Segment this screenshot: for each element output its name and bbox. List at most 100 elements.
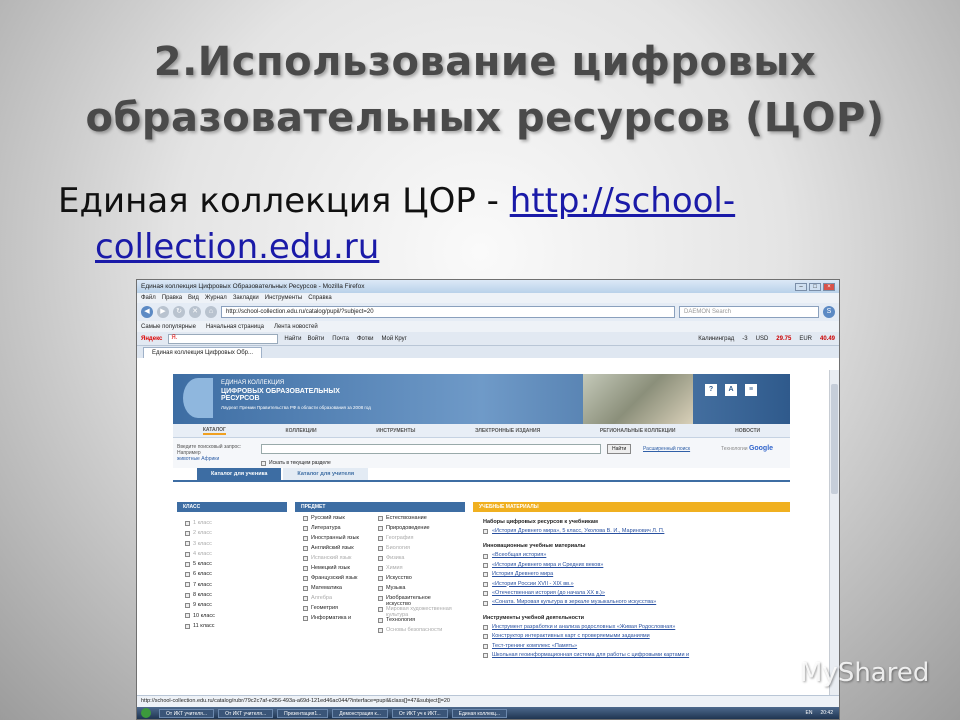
search-section-checkbox[interactable]: Искать в текущем разделе [261, 458, 331, 468]
checkbox-icon[interactable] [303, 606, 308, 611]
checkbox-icon[interactable] [185, 530, 190, 536]
checkbox-icon[interactable] [378, 546, 383, 551]
tab-teacher-catalog[interactable]: Каталог для учителя [283, 468, 369, 480]
material-link[interactable]: «История Древнего мира и Средних веков» [483, 561, 790, 570]
material-label[interactable]: «История Древнего мира и Средних веков» [492, 561, 603, 570]
home-button[interactable]: ⌂ [205, 306, 217, 318]
checkbox-icon[interactable] [483, 529, 488, 535]
checkbox-icon[interactable] [378, 576, 383, 581]
minimize-button[interactable]: – [795, 282, 807, 291]
menu-item[interactable]: Закладки [233, 295, 259, 301]
checkbox-icon[interactable] [483, 563, 488, 569]
site-nav-item[interactable]: НОВОСТИ [735, 428, 760, 434]
checkbox-icon[interactable] [378, 556, 383, 561]
checkbox-icon[interactable] [185, 592, 190, 598]
tab-student-catalog[interactable]: Каталог для ученика [197, 468, 282, 480]
checkbox-icon[interactable] [303, 546, 308, 551]
menu-item[interactable]: Журнал [205, 295, 227, 301]
material-label[interactable]: «История России XVII - XIX вв.» [492, 580, 574, 589]
taskbar-item[interactable]: От ИКТ уч к ИКТ... [391, 708, 448, 718]
taskbar-item[interactable]: Презентация1... [277, 708, 329, 718]
font-size-icon[interactable]: A [725, 384, 737, 396]
subject-item[interactable]: Основы безопасности [378, 627, 453, 638]
menu-item[interactable]: Инструменты [265, 295, 302, 301]
checkbox-icon[interactable] [483, 653, 488, 659]
scrollbar-thumb[interactable] [831, 384, 838, 494]
search-example-link[interactable]: животные Африки [177, 456, 219, 462]
checkbox-icon[interactable] [185, 613, 190, 619]
checkbox-icon[interactable] [261, 460, 266, 466]
maximize-button[interactable]: □ [809, 282, 821, 291]
checkbox-icon[interactable] [303, 526, 308, 531]
stop-button[interactable]: ✕ [189, 306, 201, 318]
checkbox-icon[interactable] [303, 536, 308, 541]
menu-item[interactable]: Правка [162, 295, 182, 301]
material-link[interactable]: История Древнего мира [483, 570, 790, 579]
checkbox-icon[interactable] [378, 607, 383, 612]
menu-icon[interactable]: ≡ [745, 384, 757, 396]
material-label[interactable]: «Отечественная история (до начала XX в.)… [492, 589, 605, 598]
checkbox-icon[interactable] [483, 572, 488, 578]
material-label[interactable]: «Всеобщая история» [492, 551, 546, 560]
browser-search-input[interactable]: DAEMON Search [679, 306, 819, 318]
class-item[interactable]: 1 класс [185, 518, 287, 528]
class-item[interactable]: 3 класс [185, 539, 287, 549]
yandex-search-input[interactable]: Я. [168, 333, 279, 344]
material-label[interactable]: «История Древнего мира», 5 класс, Уколов… [492, 527, 664, 536]
yandex-service-item[interactable]: Войти [307, 336, 324, 342]
material-link[interactable]: Школьная геоинформационная система для р… [483, 651, 790, 660]
start-button-icon[interactable] [141, 708, 151, 718]
address-bar[interactable]: http://school-collection.edu.ru/catalog/… [221, 306, 675, 318]
yandex-logo[interactable]: Яндекс [141, 336, 162, 342]
taskbar-item[interactable]: Демонстрация к... [332, 708, 388, 718]
material-label[interactable]: «Соната. Мировая культура в зеркале музы… [492, 598, 656, 607]
checkbox-icon[interactable] [185, 561, 190, 567]
bookmark-item[interactable]: Самые популярные [141, 324, 196, 330]
checkbox-icon[interactable] [378, 586, 383, 591]
material-link[interactable]: «История России XVII - XIX вв.» [483, 580, 790, 589]
checkbox-icon[interactable] [483, 553, 488, 559]
material-link[interactable]: «Соната. Мировая культура в зеркале музы… [483, 598, 790, 607]
checkbox-icon[interactable] [378, 526, 383, 531]
help-icon[interactable]: ? [705, 384, 717, 396]
checkbox-icon[interactable] [303, 586, 308, 591]
checkbox-icon[interactable] [378, 628, 383, 633]
taskbar-item[interactable]: Единая коллекц... [451, 708, 508, 718]
site-logo-icon[interactable] [183, 378, 213, 418]
bookmark-item[interactable]: Лента новостей [274, 324, 318, 330]
close-button[interactable]: × [823, 282, 835, 291]
checkbox-icon[interactable] [303, 556, 308, 561]
material-label[interactable]: История Древнего мира [492, 570, 553, 579]
yandex-find-button[interactable]: Найти [284, 336, 301, 342]
checkbox-icon[interactable] [378, 566, 383, 571]
material-link[interactable]: «История Древнего мира», 5 класс, Уколов… [483, 527, 790, 536]
site-search-button[interactable]: Найти [607, 444, 632, 454]
yandex-service-item[interactable]: Почта [332, 336, 349, 342]
class-item[interactable]: 4 класс [185, 549, 287, 559]
advanced-search-link[interactable]: Расширенный поиск [643, 446, 690, 452]
checkbox-icon[interactable] [483, 581, 488, 587]
material-link[interactable]: Инструмент разработки и анализа родослов… [483, 623, 790, 632]
site-search-input[interactable] [261, 444, 601, 454]
bookmark-item[interactable]: Начальная страница [206, 324, 264, 330]
collection-link-part1[interactable]: http://school- [510, 181, 735, 221]
taskbar-item[interactable]: От ИКТ учителя... [159, 708, 215, 718]
taskbar-item[interactable]: От ИКТ учителя... [218, 708, 274, 718]
yandex-service-item[interactable]: Фотки [357, 336, 374, 342]
reload-button[interactable]: ↻ [173, 306, 185, 318]
checkbox-icon[interactable] [185, 572, 190, 578]
material-label[interactable]: Тест-тренинг комплекс «Память» [492, 642, 577, 651]
class-item[interactable]: 2 класс [185, 528, 287, 538]
subject-item[interactable]: Информатика и [303, 615, 378, 626]
material-link[interactable]: «Отечественная история (до начала XX в.)… [483, 589, 790, 598]
collection-link-part2[interactable]: collection.edu.ru [95, 227, 379, 267]
class-item[interactable]: 10 класс [185, 611, 287, 621]
menu-item[interactable]: Вид [188, 295, 199, 301]
checkbox-icon[interactable] [303, 616, 308, 621]
language-indicator[interactable]: EN [806, 710, 813, 716]
material-link[interactable]: «Всеобщая история» [483, 551, 790, 560]
class-item[interactable]: 5 класс [185, 559, 287, 569]
class-item[interactable]: 11 класс [185, 621, 287, 631]
checkbox-icon[interactable] [483, 634, 488, 640]
material-link[interactable]: Конструктор интерактивных карт с проверя… [483, 632, 790, 641]
